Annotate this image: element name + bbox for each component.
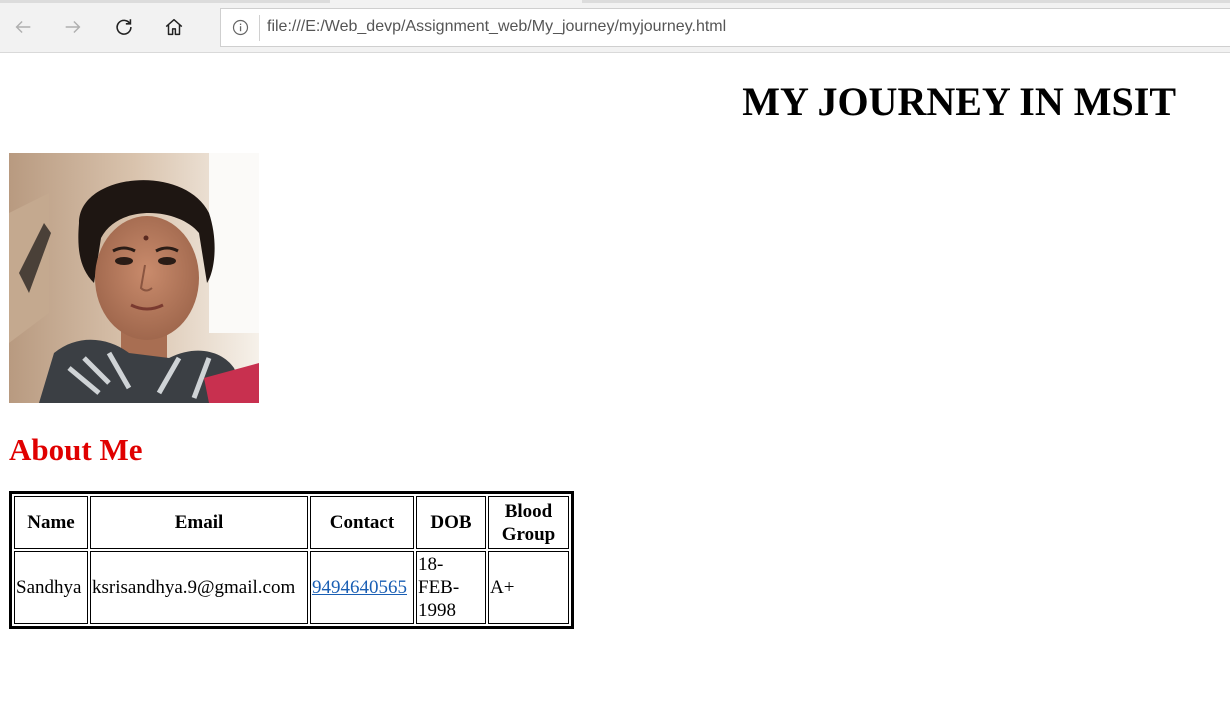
cell-email: ksrisandhya.9@gmail.com — [90, 551, 308, 624]
info-icon[interactable] — [232, 19, 249, 36]
cell-contact: 9494640565 — [310, 551, 414, 624]
cell-blood-group: A+ — [488, 551, 569, 624]
blood-group-line1: Blood — [504, 500, 553, 522]
home-button[interactable] — [157, 10, 191, 44]
table-row: Sandhya ksrisandhya.9@gmail.com 94946405… — [14, 551, 569, 624]
browser-toolbar: file:///E:/Web_devp/Assignment_web/My_jo… — [0, 0, 1230, 53]
profile-table: Name Email Contact DOB Blood Group Sandh… — [9, 491, 574, 629]
table-header-email: Email — [90, 496, 308, 549]
cell-name: Sandhya — [14, 551, 88, 624]
forward-button[interactable] — [56, 10, 90, 44]
table-header-row: Name Email Contact DOB Blood Group — [14, 496, 569, 549]
refresh-icon — [116, 19, 132, 35]
dob-line1: 18- — [418, 554, 444, 575]
refresh-button[interactable] — [107, 10, 141, 44]
profile-photo — [9, 153, 259, 403]
address-divider — [259, 15, 260, 41]
blood-group-line2: Group — [501, 523, 556, 545]
tab-strip-edge — [0, 0, 330, 3]
dob-line3: 1998 — [418, 600, 456, 621]
url-text[interactable]: file:///E:/Web_devp/Assignment_web/My_jo… — [267, 18, 726, 36]
back-button[interactable] — [6, 10, 40, 44]
back-arrow-icon — [15, 20, 31, 34]
table-header-name: Name — [14, 496, 88, 549]
table-header-contact: Contact — [310, 496, 414, 549]
page-title: MY JOURNEY IN MSIT — [742, 79, 1176, 124]
home-icon — [165, 18, 183, 36]
dob-line2: FEB- — [418, 577, 460, 598]
section-heading-about-me: About Me — [9, 432, 143, 467]
contact-link[interactable]: 9494640565 — [312, 577, 407, 598]
table-header-dob: DOB — [416, 496, 486, 549]
tab-strip-edge — [582, 0, 1230, 3]
table-header-blood-group: Blood Group — [488, 496, 569, 549]
cell-dob: 18- FEB- 1998 — [416, 551, 486, 624]
address-bar[interactable]: file:///E:/Web_devp/Assignment_web/My_jo… — [220, 8, 1230, 47]
forward-arrow-icon — [65, 20, 81, 34]
